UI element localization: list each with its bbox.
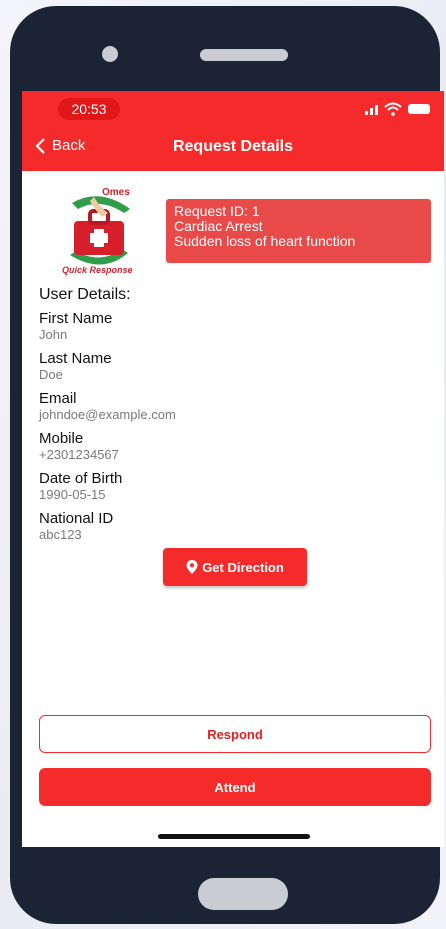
field-value: Doe	[39, 367, 63, 382]
field-national-id: National ID abc123	[39, 510, 176, 543]
user-details-heading: User Details:	[39, 286, 131, 303]
request-id: Request ID: 1	[174, 203, 260, 219]
wifi-icon	[384, 102, 402, 116]
camera-dot	[102, 46, 118, 62]
user-details-list: First Name John Last Name Doe Email john…	[39, 310, 176, 550]
field-label: National ID	[39, 510, 114, 527]
request-description: Sudden loss of heart function	[174, 233, 356, 249]
field-last-name: Last Name Doe	[39, 350, 176, 383]
app-header: 20:53 Back Request Details	[22, 91, 444, 171]
field-label: Email	[39, 390, 77, 407]
respond-label: Respond	[207, 726, 263, 742]
field-label: First Name	[39, 310, 113, 327]
logo-top-text: Omes	[102, 187, 130, 198]
app-screen: 20:53 Back Request Details Omes Quick Re…	[22, 91, 444, 847]
logo-bottom-text: Quick Response	[62, 265, 133, 275]
app-logo: Omes Quick Response	[62, 187, 133, 275]
request-type: Cardiac Arrest	[174, 218, 263, 234]
field-value: abc123	[39, 527, 82, 542]
field-mobile: Mobile +2301234567	[39, 430, 176, 463]
field-value: +2301234567	[39, 447, 119, 462]
field-label: Mobile	[39, 430, 84, 447]
field-label: Last Name	[39, 350, 112, 367]
page-title: Request Details	[172, 138, 294, 155]
attend-label: Attend	[214, 779, 256, 795]
request-summary-card: Request ID: 1 Cardiac Arrest Sudden loss…	[166, 199, 431, 263]
field-date-of-birth: Date of Birth 1990-05-15	[39, 470, 176, 503]
field-value: John	[39, 327, 68, 342]
get-direction-button[interactable]: Get Direction	[163, 548, 307, 586]
signal-icon	[365, 103, 378, 115]
speaker-slot	[200, 49, 288, 61]
get-direction-label: Get Direction	[202, 559, 284, 575]
home-indicator[interactable]	[158, 834, 310, 839]
respond-button[interactable]: Respond	[39, 715, 431, 753]
field-email: Email johndoe@example.com	[39, 390, 176, 423]
status-time: 20:53	[58, 98, 120, 120]
battery-icon	[408, 104, 430, 114]
attend-button[interactable]: Attend	[39, 768, 431, 806]
home-button[interactable]	[198, 878, 288, 910]
status-icons	[365, 100, 430, 118]
field-value: 1990-05-15	[39, 487, 106, 502]
field-label: Date of Birth	[39, 470, 123, 487]
map-pin-icon	[186, 560, 198, 574]
field-first-name: First Name John	[39, 310, 176, 343]
field-value: johndoe@example.com	[39, 407, 176, 422]
